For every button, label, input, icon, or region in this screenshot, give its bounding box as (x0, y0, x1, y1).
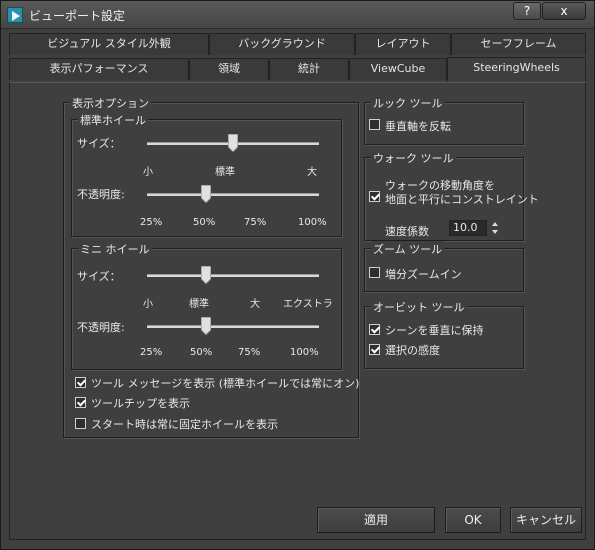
standard-opacity-tick-50: 50% (193, 217, 216, 228)
tab-regions[interactable]: 領域 (189, 58, 269, 80)
constrain-walk-angle-checkbox[interactable] (369, 191, 380, 202)
selection-sensitivity-label: 選択の感度 (385, 344, 440, 357)
selection-sensitivity-checkbox[interactable] (369, 344, 380, 355)
close-button[interactable]: x (542, 2, 586, 20)
display-options-title: 表示オプション (70, 95, 151, 111)
tab-steeringwheels[interactable]: SteeringWheels (447, 57, 586, 81)
invert-vertical-axis-label: 垂直軸を反転 (385, 120, 451, 133)
standard-opacity-tick-75: 75% (244, 217, 267, 228)
tab-visual-style[interactable]: ビジュアル スタイル外観 (9, 33, 209, 55)
speed-factor-spinner-icon[interactable] (490, 220, 500, 236)
tab-display-performance[interactable]: 表示パフォーマンス (9, 58, 189, 80)
mini-opacity-tick-25: 25% (140, 347, 163, 358)
mini-opacity-tick-50: 50% (190, 347, 213, 358)
mini-opacity-label: 不透明度: (77, 321, 125, 334)
show-tooltips-label: ツールチップを表示 (91, 397, 190, 410)
tab-safe-frames[interactable]: セーフフレーム (451, 33, 586, 55)
mini-size-tick-normal: 標準 (189, 299, 209, 310)
standard-opacity-slider-thumb[interactable] (201, 185, 211, 203)
keep-scene-upright-checkbox[interactable] (369, 324, 380, 335)
constrain-walk-angle-label-2: 地面と平行にコンストレイント (385, 193, 539, 206)
title-bar: ビューポート設定 ? x (1, 1, 594, 29)
incremental-zoom-in-checkbox[interactable] (369, 267, 380, 278)
walk-tool-title: ウォーク ツール (371, 150, 456, 166)
standard-opacity-tick-100: 100% (298, 217, 327, 228)
standard-wheel-title: 標準ホイール (78, 112, 148, 128)
3dsmax-app-icon (7, 7, 23, 23)
standard-opacity-label: 不透明度: (77, 188, 125, 201)
always-show-pinned-wheel-checkbox[interactable] (75, 418, 86, 429)
keep-scene-upright-label: シーンを垂直に保持 (385, 324, 484, 337)
mini-opacity-slider[interactable] (147, 325, 319, 328)
mini-size-tick-small: 小 (143, 299, 153, 310)
standard-opacity-slider[interactable] (147, 193, 319, 196)
mini-wheel-title: ミニ ホイール (78, 241, 152, 257)
mini-opacity-tick-100: 100% (290, 347, 319, 358)
mini-size-tick-large: 大 (250, 299, 260, 310)
cancel-button[interactable]: キャンセル (510, 507, 582, 533)
speed-factor-label: 速度係数 (385, 225, 429, 238)
window-title: ビューポート設定 (29, 9, 126, 23)
ok-button[interactable]: OK (445, 507, 501, 533)
tab-statistics[interactable]: 統計 (269, 58, 349, 80)
apply-button[interactable]: 適用 (317, 507, 435, 533)
standard-opacity-tick-25: 25% (140, 217, 163, 228)
look-tool-title: ルック ツール (371, 95, 445, 111)
incremental-zoom-in-label: 増分ズームイン (385, 268, 462, 281)
standard-size-tick-small: 小 (143, 167, 153, 178)
speed-factor-input[interactable]: 10.0 (449, 220, 487, 236)
zoom-tool-title: ズーム ツール (371, 241, 445, 257)
tab-background[interactable]: バックグラウンド (209, 33, 355, 55)
show-tool-messages-label: ツール メッセージを表示 (標準ホイールでは常にオン) (91, 377, 360, 390)
tab-viewcube[interactable]: ViewCube (349, 58, 447, 80)
mini-size-tick-extra: エクストラ (283, 299, 333, 310)
help-button[interactable]: ? (513, 2, 541, 20)
mini-opacity-slider-thumb[interactable] (201, 317, 211, 335)
viewport-settings-dialog: ビューポート設定 ? x ビジュアル スタイル外観 バックグラウンド レイアウト… (0, 0, 595, 550)
always-show-pinned-wheel-label: スタート時は常に固定ホイールを表示 (91, 418, 278, 431)
mini-size-slider-thumb[interactable] (201, 266, 211, 284)
show-tool-messages-checkbox[interactable] (75, 377, 86, 388)
standard-size-tick-normal: 標準 (215, 167, 235, 178)
mini-opacity-tick-75: 75% (238, 347, 261, 358)
standard-size-tick-large: 大 (307, 167, 317, 178)
invert-vertical-axis-checkbox[interactable] (369, 119, 380, 130)
show-tooltips-checkbox[interactable] (75, 397, 86, 408)
tab-layout[interactable]: レイアウト (355, 33, 451, 55)
standard-size-label: サイズ： (77, 137, 121, 150)
mini-size-slider[interactable] (147, 274, 319, 277)
standard-size-slider-thumb[interactable] (228, 134, 238, 152)
mini-size-label: サイズ： (77, 270, 121, 283)
orbit-tool-title: オービット ツール (371, 299, 467, 315)
